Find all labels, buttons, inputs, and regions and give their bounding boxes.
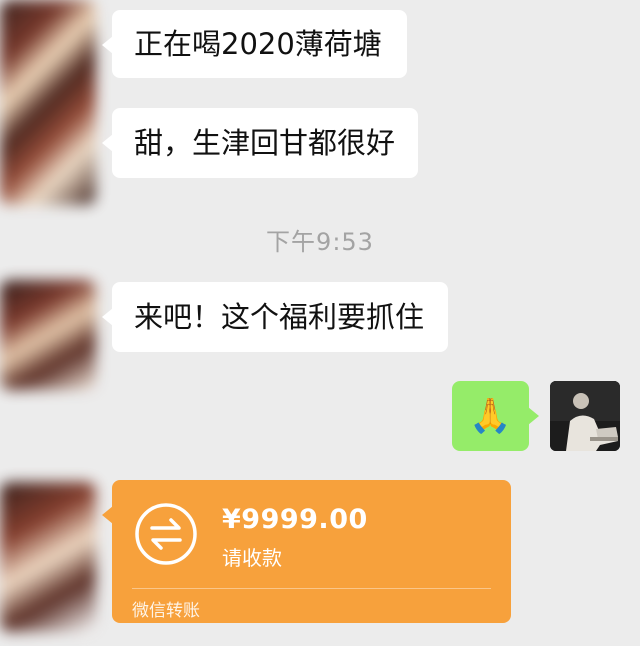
sent-message-bubble[interactable]: 🙏 [452,381,539,451]
divider [132,588,491,589]
message-text: 甜，生津回甘都很好 [134,125,396,160]
transfer-status: 请收款 [222,546,282,570]
message-text: 来吧！这个福利要抓住 [134,299,425,334]
chat-view: 正在喝2020薄荷塘 甜，生津回甘都很好 下午9:53 来吧！这个福利要抓住 🙏… [0,0,640,646]
contact-avatar[interactable] [0,482,96,632]
avatar-photo [550,381,620,451]
praying-hands-icon: 🙏 [469,396,512,436]
received-message-bubble[interactable]: 来吧！这个福利要抓住 [102,282,448,352]
contact-avatar[interactable] [0,280,96,390]
transfer-source-label: 微信转账 [132,601,200,621]
transfer-arrows-icon [135,503,197,565]
received-message-bubble[interactable]: 甜，生津回甘都很好 [102,108,418,178]
contact-avatar[interactable] [0,0,96,205]
message-timestamp: 下午9:53 [266,228,374,256]
my-avatar[interactable] [550,381,620,451]
transfer-amount: ¥9999.00 [222,504,368,535]
message-text: 正在喝2020薄荷塘 [134,26,382,61]
received-message-bubble[interactable]: 正在喝2020薄荷塘 [102,10,407,78]
transfer-card[interactable]: ¥9999.00 请收款 微信转账 [102,480,511,623]
